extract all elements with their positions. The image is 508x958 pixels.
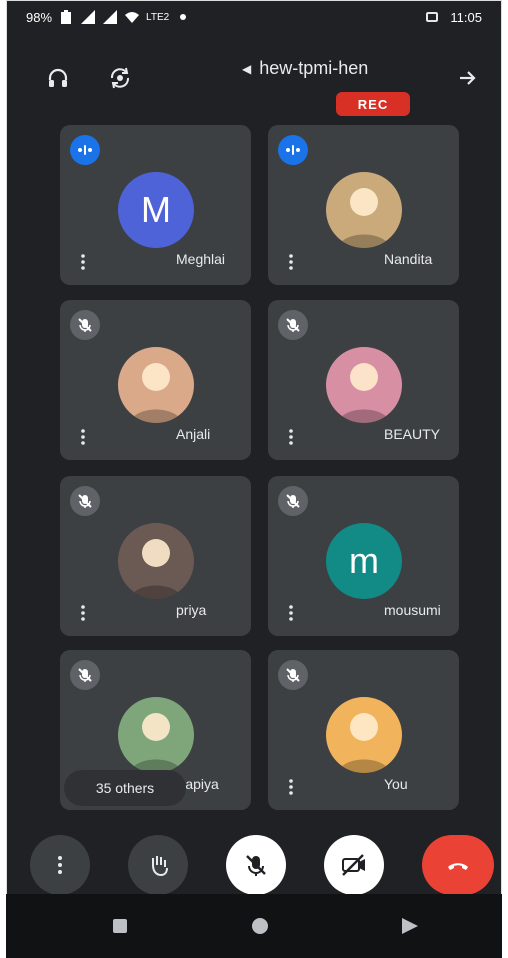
more-vertical-icon[interactable] [282,253,300,271]
avatar-initial: M [141,189,171,230]
speaking-icon [70,135,100,165]
participant-avatar [326,697,402,773]
more-options-button[interactable] [30,835,90,895]
mic-off-icon [70,660,100,690]
more-vertical-icon[interactable] [282,428,300,446]
back-icon[interactable] [398,914,422,938]
participant-name: Nandita [384,251,433,267]
arrow-right-icon[interactable] [448,58,488,98]
signal-icon-1 [80,9,96,25]
meeting-controls [6,830,502,902]
participant-tile[interactable]: Nandita [268,125,459,285]
participant-avatar [118,347,194,423]
participant-name: Anjali [176,426,211,442]
participant-avatar [326,347,402,423]
participant-avatar: m [326,523,402,599]
raise-hand-icon [152,856,168,877]
status-bar: 98% LTE2 11:05 [6,0,502,36]
battery-icon [58,9,74,25]
status-left: 98% LTE2 [26,9,191,25]
wifi-icon [124,9,140,25]
participant-tile[interactable]: Anjali [60,300,251,460]
more-vertical-icon[interactable] [74,604,92,622]
signal-icon-2 [102,9,118,25]
recording-badge: REC [336,92,410,116]
mic-off-icon [278,310,308,340]
others-pill[interactable]: 35 others [64,770,186,806]
mic-off-icon [278,486,308,516]
mic-off-icon [70,310,100,340]
participant-avatar: M [118,172,194,248]
more-vertical-icon[interactable] [74,253,92,271]
participant-avatar [118,523,194,599]
network-type: LTE2 [146,11,170,23]
participant-tile[interactable]: You [268,650,459,810]
headphones-icon[interactable] [38,58,78,98]
participant-tile[interactable]: m mousumi [268,476,459,636]
more-vertical-icon[interactable] [74,428,92,446]
home-icon[interactable] [248,914,272,938]
chevron-left-icon: ◀ [242,61,252,76]
others-label: 35 others [95,780,155,796]
participant-avatar [118,697,194,773]
time-text: 11:05 [450,9,482,25]
more-vertical-icon[interactable] [282,778,300,796]
meeting-title: hew-tpmi-hen [259,58,369,78]
end-call-icon [448,863,468,870]
status-right: 11:05 [424,9,482,25]
speaking-icon [278,135,308,165]
participant-name: BEAUTY [384,426,441,442]
camera-switch-icon[interactable] [100,58,140,98]
phone-screen: 98% LTE2 11:05 ◀ hew-tpmi-hen REC Nandit… [6,0,502,958]
android-navbar [6,894,502,958]
end-call-button[interactable] [422,835,494,895]
mic-off-icon [70,486,100,516]
participant-name: mousumi [384,602,441,618]
participant-name: You [384,776,408,792]
meeting-title-button[interactable]: ◀ hew-tpmi-hen [242,58,368,79]
participant-name: priya [176,602,207,618]
mic-off-icon [278,660,308,690]
more-vertical-icon[interactable] [282,604,300,622]
battery-text: 98% [26,9,53,25]
cast-icon [424,9,440,25]
mic-toggle-button[interactable] [226,835,286,895]
participant-tile[interactable]: BEAUTY [268,300,459,460]
recent-apps-icon[interactable] [108,914,132,938]
participant-tile[interactable]: priya [60,476,251,636]
dot-icon [175,9,191,25]
participant-tile[interactable]: M Meghlai [60,125,251,285]
video-off-icon [342,854,365,876]
meeting-topbar: ◀ hew-tpmi-hen [6,52,502,106]
participant-avatar [326,172,402,248]
mic-off-icon [246,855,266,876]
participant-name: Meghlai [176,251,226,267]
raise-hand-button[interactable] [128,835,188,895]
more-vertical-icon [58,856,62,874]
avatar-initial: m [349,540,379,581]
camera-toggle-button[interactable] [324,835,384,895]
